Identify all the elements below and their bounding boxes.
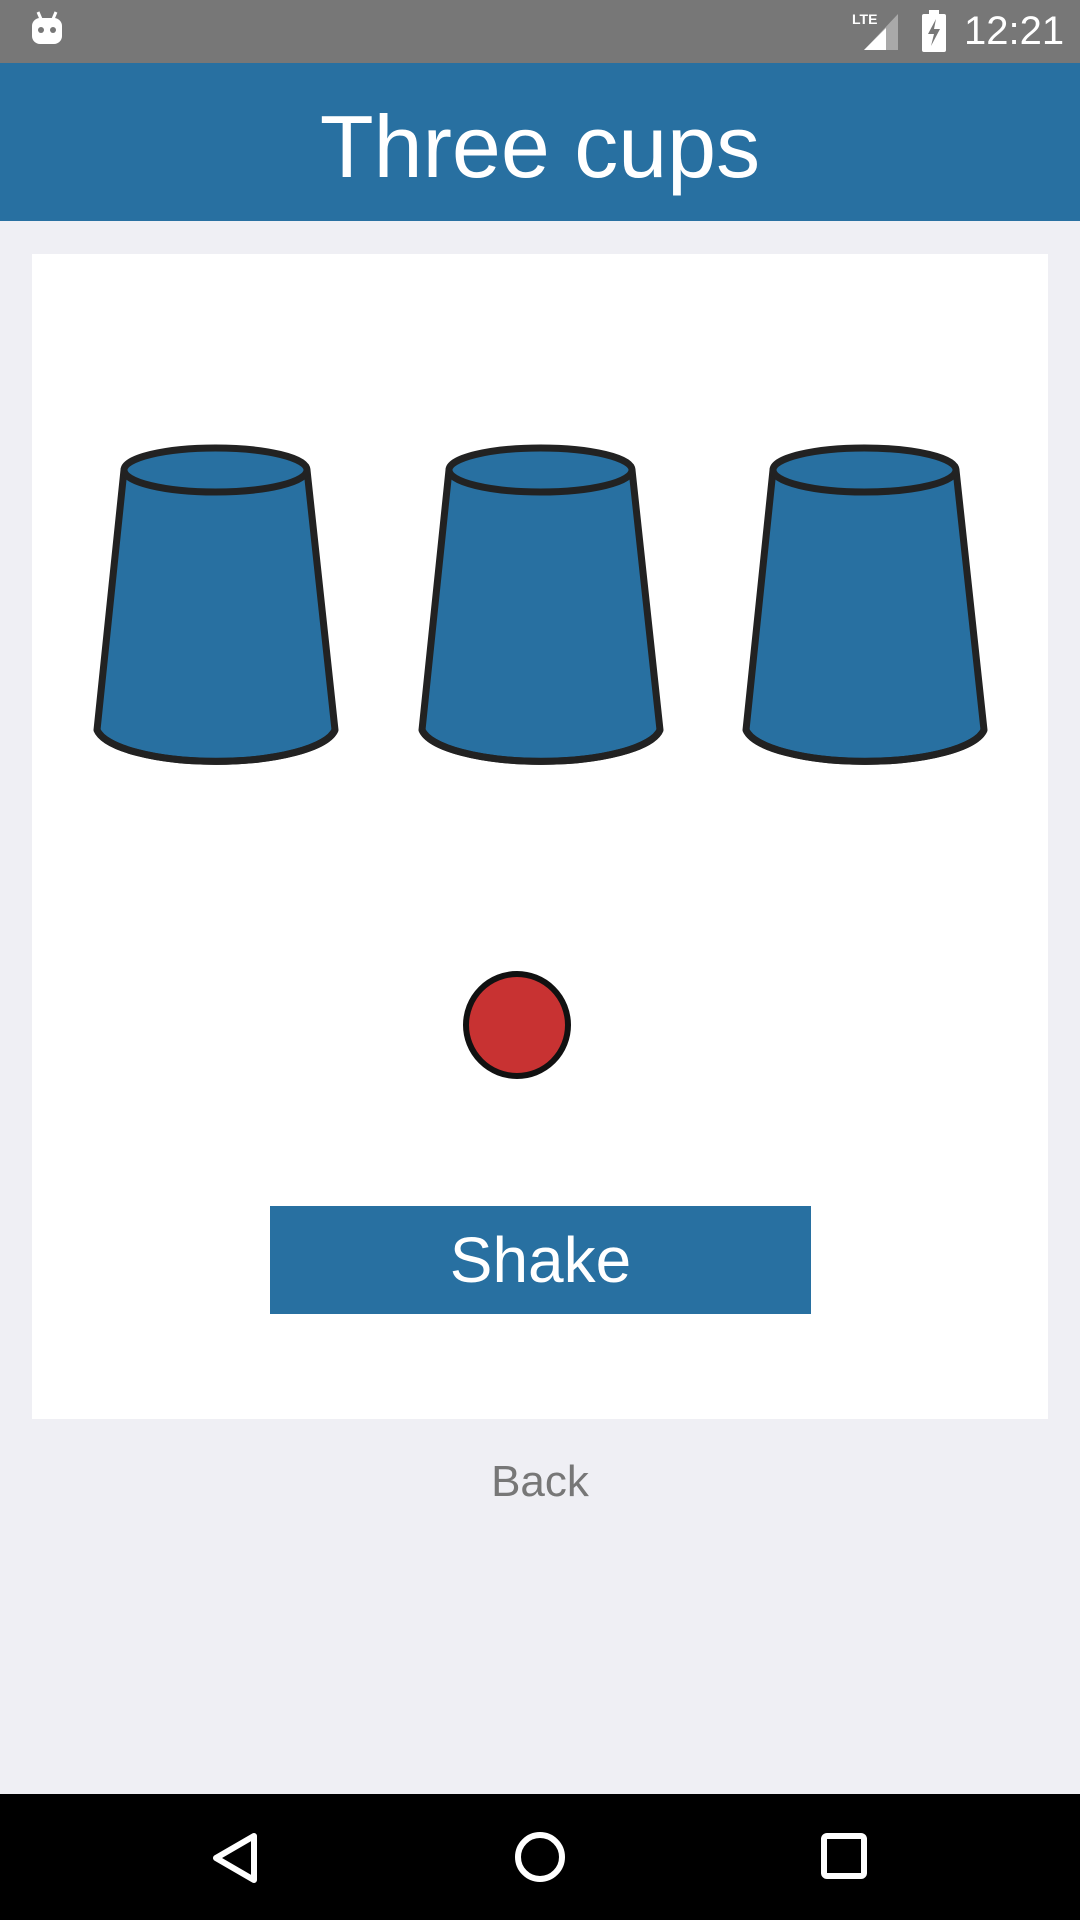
status-clock: 12:21	[964, 9, 1065, 53]
app-bar: Three cups	[0, 63, 1080, 221]
status-bar: LTE 12:21	[0, 0, 1080, 63]
cup-right[interactable]	[742, 444, 988, 765]
shake-button[interactable]: Shake	[270, 1206, 811, 1314]
navigation-bar	[0, 1794, 1080, 1920]
game-card: Shake	[32, 254, 1048, 1419]
back-button[interactable]: Back	[0, 1452, 1080, 1512]
lte-signal-icon: LTE	[852, 11, 898, 50]
android-icon	[32, 11, 62, 44]
svg-text:LTE: LTE	[852, 11, 877, 27]
back-triangle-icon[interactable]	[210, 1832, 260, 1884]
cup-left[interactable]	[93, 444, 339, 765]
home-circle-icon[interactable]	[513, 1830, 567, 1884]
page-title: Three cups	[319, 97, 761, 196]
battery-charging-icon	[922, 10, 946, 52]
ball	[463, 971, 571, 1079]
cup-middle[interactable]	[418, 444, 664, 765]
recents-square-icon[interactable]	[820, 1832, 868, 1880]
